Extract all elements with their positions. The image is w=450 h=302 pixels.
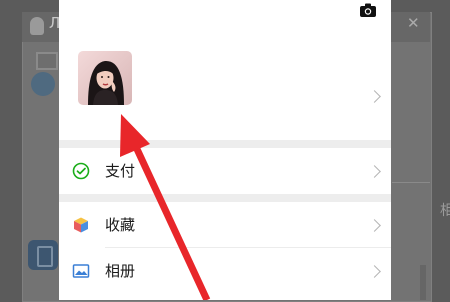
screenshot-icon [36,52,58,70]
menu-item-label: 相册 [105,262,136,280]
contact-avatar-icon [31,72,55,96]
person-icon [30,17,44,35]
background-scrollbar[interactable] [420,265,426,300]
avatar[interactable] [78,51,132,105]
menu-item-favorites[interactable]: 收藏 [59,202,391,248]
menu-item-label: 收藏 [105,216,136,234]
chevron-right-icon [368,265,381,278]
favorites-cube-icon [74,217,88,233]
menu-item-album[interactable]: 相册 [59,248,391,294]
close-icon[interactable]: ✕ [407,14,420,32]
profile-card[interactable] [59,0,391,140]
wechat-pay-icon [72,162,90,180]
camera-icon[interactable] [359,2,377,18]
section-gap [59,194,391,202]
chevron-right-icon [368,219,381,232]
phone-icon [28,240,58,270]
background-divider [392,182,430,183]
profile-chevron-icon [368,90,381,103]
section-gap [59,140,391,148]
menu-item-label: 支付 [105,162,136,180]
menu-item-pay[interactable]: 支付 [59,148,391,194]
me-panel: 支付 收藏 相册 [59,0,391,300]
background-side-label: 相 [440,203,450,219]
chevron-right-icon [368,165,381,178]
album-picture-icon [72,264,90,278]
